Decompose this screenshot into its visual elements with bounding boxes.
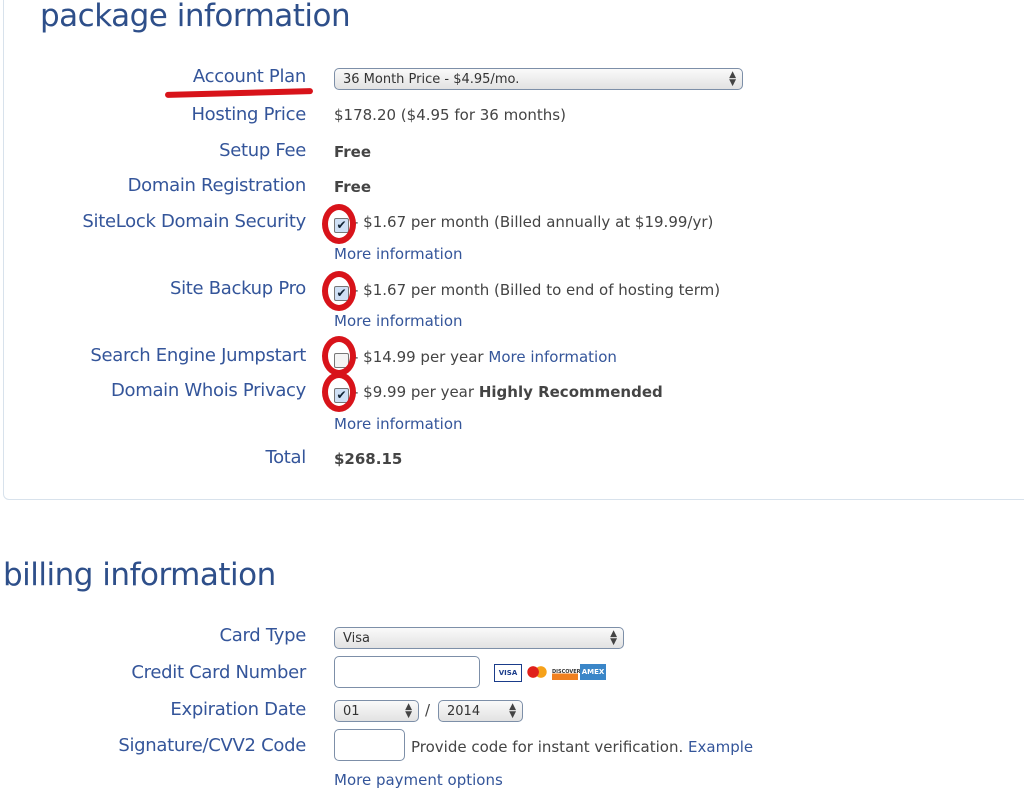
jumpstart-more-info-link[interactable]: More information <box>488 348 617 366</box>
card-number-label: Credit Card Number <box>131 662 306 683</box>
total-value: $268.15 <box>334 450 403 468</box>
whois-more-info-link[interactable]: More information <box>334 415 463 433</box>
card-logos: VISA MC DISCOVER AMEX <box>494 664 606 682</box>
more-payment-options-link[interactable]: More payment options <box>334 771 503 789</box>
whois-label: Domain Whois Privacy <box>110 380 306 401</box>
card-type-label: Card Type <box>219 625 307 646</box>
card-type-value: Visa <box>343 631 370 646</box>
whois-recommended-badge: Highly Recommended <box>478 383 663 401</box>
red-circle-annotation <box>322 336 356 376</box>
package-heading: package information <box>40 0 351 34</box>
select-arrows-icon: ▲ ▼ <box>405 702 412 720</box>
backup-more-info-link[interactable]: More information <box>334 312 463 330</box>
account-plan-value: 36 Month Price - $4.95/mo. <box>343 72 520 87</box>
setup-fee-label: Setup Fee <box>219 140 306 161</box>
account-plan-select[interactable]: 36 Month Price - $4.95/mo. ▲ ▼ <box>334 68 743 90</box>
backup-label: Site Backup Pro <box>169 278 306 299</box>
jumpstart-label: Search Engine Jumpstart <box>90 345 306 366</box>
total-label: Total <box>265 447 306 468</box>
mastercard-logo-icon: MC <box>524 664 550 680</box>
select-arrows-icon: ▲ ▼ <box>509 702 516 720</box>
red-circle-annotation <box>322 204 356 244</box>
sitelock-more-info-link[interactable]: More information <box>334 245 463 263</box>
visa-logo-icon: VISA <box>494 664 522 682</box>
hosting-price-label: Hosting Price <box>191 104 306 125</box>
cvv-input[interactable] <box>334 729 405 761</box>
sitelock-price: - $1.67 per month (Billed annually at $1… <box>353 213 714 231</box>
expiration-year-value: 2014 <box>447 704 481 719</box>
jumpstart-price: - $14.99 per year <box>353 348 484 366</box>
expiration-separator: / <box>425 701 431 719</box>
card-type-select[interactable]: Visa ▲ ▼ <box>334 627 624 649</box>
red-circle-annotation <box>322 271 356 311</box>
cvv-label: Signature/CVV2 Code <box>118 735 306 756</box>
billing-heading: billing information <box>3 557 276 593</box>
account-plan-label: Account Plan <box>192 66 306 87</box>
expiration-month-select[interactable]: 01 ▲ ▼ <box>334 700 419 722</box>
domain-registration-value: Free <box>334 178 372 196</box>
backup-price: - $1.67 per month (Billed to end of host… <box>353 281 721 299</box>
cvv-hint: Provide code for instant verification. <box>411 738 684 756</box>
domain-registration-label: Domain Registration <box>127 175 307 196</box>
expiration-month-value: 01 <box>343 704 360 719</box>
red-circle-annotation <box>322 372 356 412</box>
cvv-example-link[interactable]: Example <box>688 738 753 756</box>
expiration-label: Expiration Date <box>170 699 306 720</box>
select-arrows-icon: ▲ ▼ <box>729 70 736 88</box>
discover-logo-icon: DISCOVER <box>552 664 581 680</box>
select-arrows-icon: ▲ ▼ <box>610 629 617 647</box>
whois-price: - $9.99 per year <box>353 383 475 401</box>
hosting-price-value: $178.20 ($4.95 for 36 months) <box>334 106 566 124</box>
setup-fee-value: Free <box>334 143 372 161</box>
expiration-year-select[interactable]: 2014 ▲ ▼ <box>438 700 523 722</box>
card-number-input[interactable] <box>334 656 480 688</box>
sitelock-label: SiteLock Domain Security <box>82 211 306 232</box>
amex-logo-icon: AMEX <box>580 664 606 680</box>
